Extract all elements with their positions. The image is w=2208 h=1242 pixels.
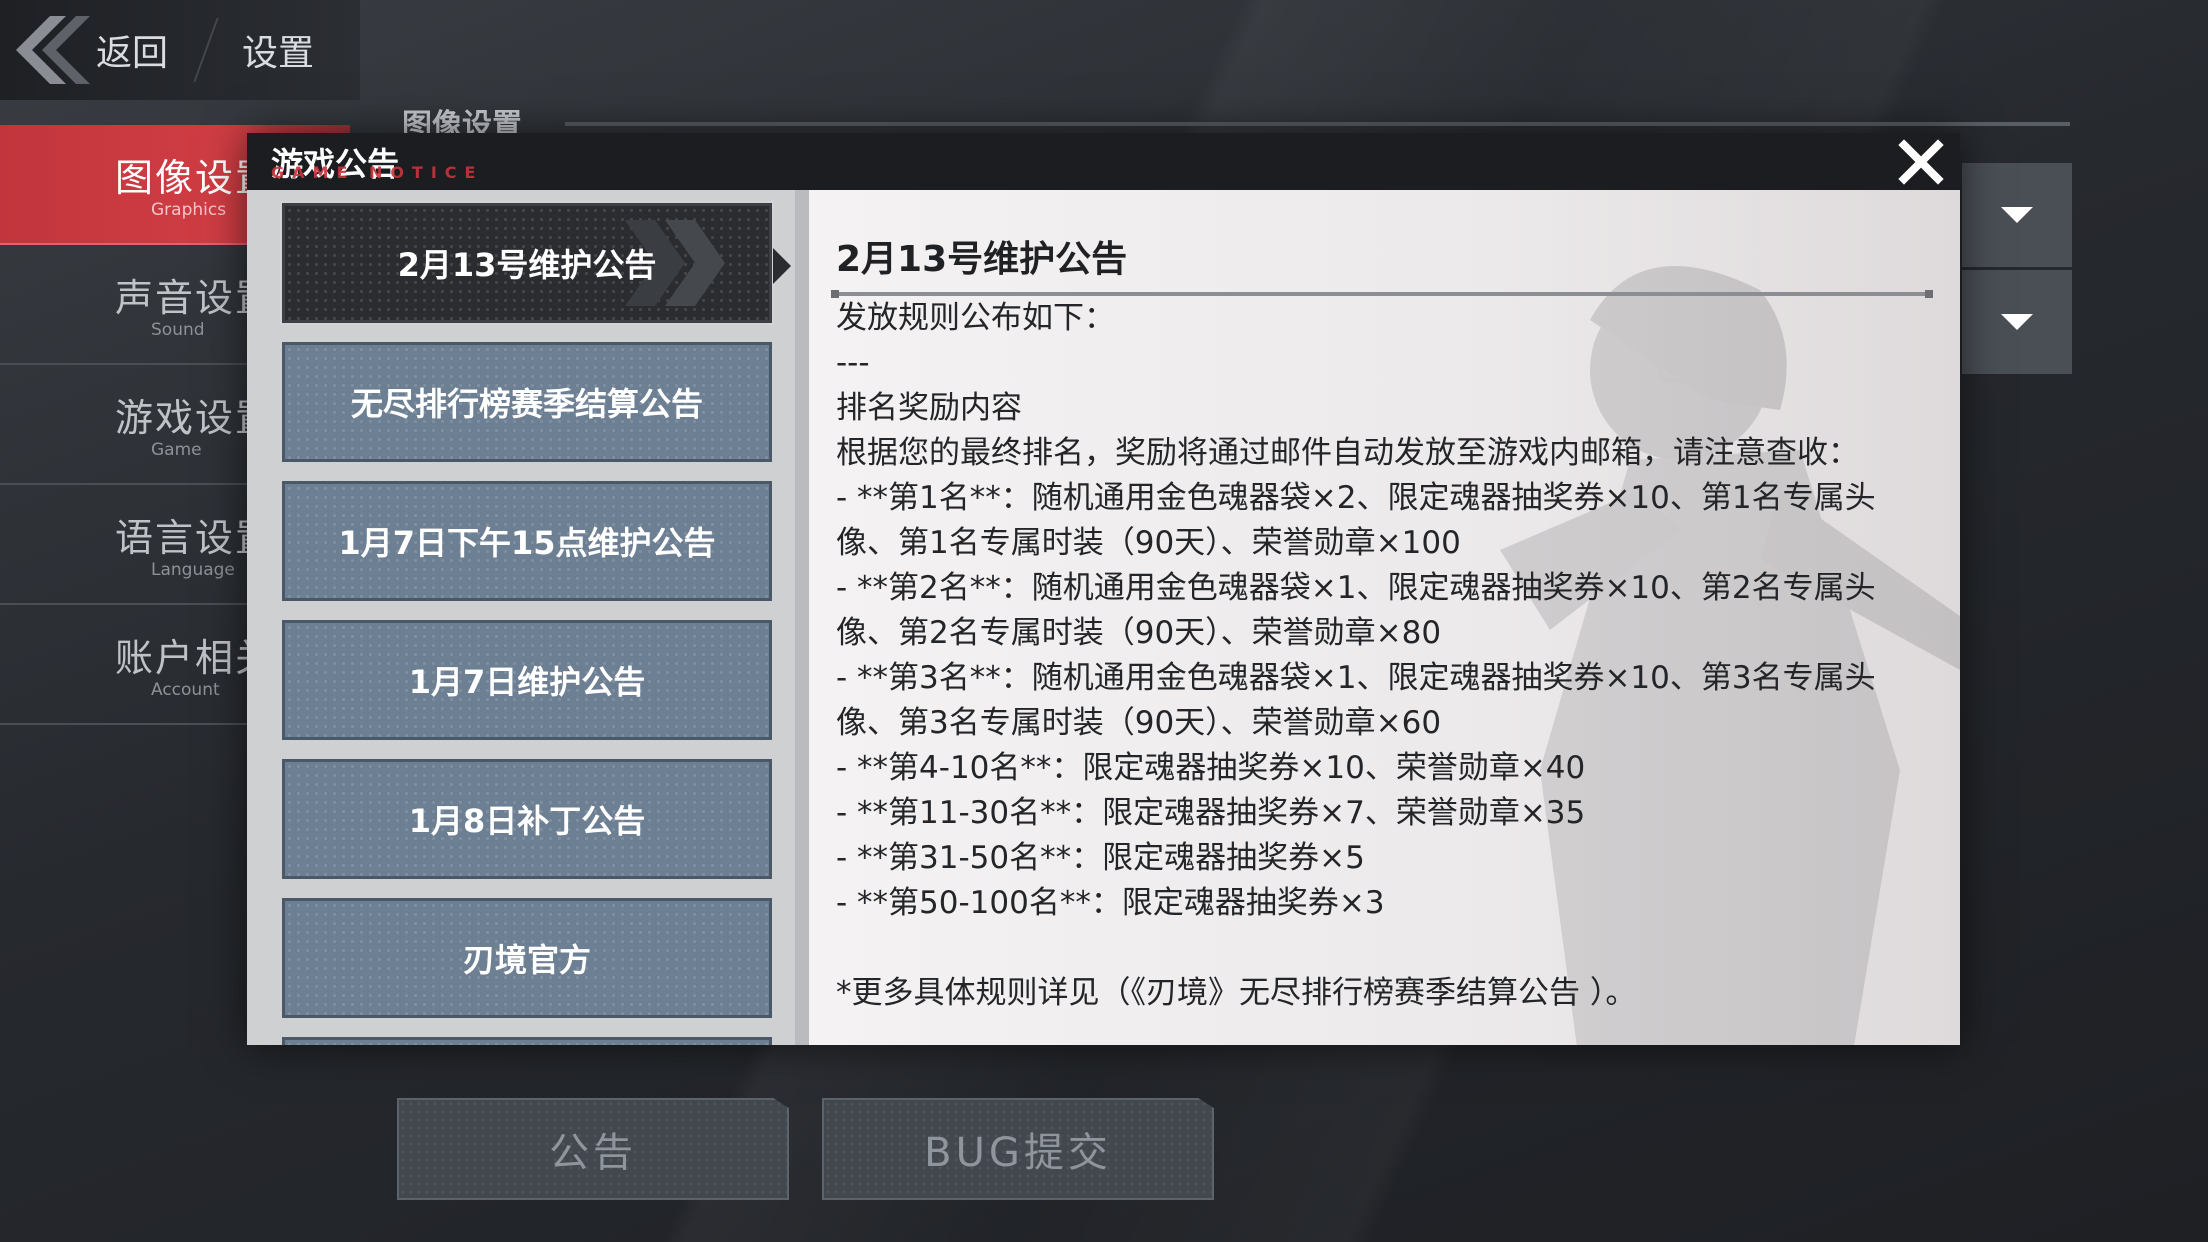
- notice-list[interactable]: 2月13号维护公告 无尽排行榜赛季结算公告 1月7日下午15点维护公告 1月7日…: [247, 190, 809, 1045]
- back-button[interactable]: 返回: [96, 24, 168, 76]
- notice-list-item[interactable]: 刃境官方: [282, 898, 772, 1018]
- notice-line: 像、第3名专属时装（90天）、荣誉勋章×60: [836, 705, 1442, 741]
- notice-line: - **第31-50名**：限定魂器抽奖券×5: [836, 840, 1365, 876]
- list-scrollbar[interactable]: [795, 190, 809, 1045]
- notice-line: 排名奖励内容: [836, 390, 1022, 426]
- notice-line: *更多具体规则详见（《刃境》无尽排行榜赛季结算公告 ）。: [836, 975, 1637, 1011]
- notice-body: 发放规则公布如下： --- 排名奖励内容 根据您的最终排名，奖励将通过邮件自动发…: [836, 296, 1941, 1016]
- notice-line: [836, 926, 1941, 971]
- modal-body: 2月13号维护公告 无尽排行榜赛季结算公告 1月7日下午15点维护公告 1月7日…: [247, 190, 1960, 1045]
- modal-header: 游戏公告 GAME NOTICE: [247, 133, 1960, 188]
- top-navigation-bar: 返回 设置: [0, 0, 360, 100]
- notice-list-item[interactable]: 1月8日补丁公告: [282, 759, 772, 879]
- chevron-down-icon: [2001, 207, 2033, 223]
- notice-line: - **第2名**：随机通用金色魂器袋×1、限定魂器抽奖券×10、第2名专属头: [836, 570, 1876, 606]
- dropdown-button[interactable]: [1962, 163, 2072, 267]
- notice-line: - **第3名**：随机通用金色魂器袋×1、限定魂器抽奖券×10、第3名专属头: [836, 660, 1876, 696]
- modal-subtitle: GAME NOTICE: [271, 163, 484, 182]
- notice-list-item[interactable]: 2月13号维护公告: [282, 203, 791, 323]
- notice-line: ---: [836, 345, 870, 381]
- notice-line: 像、第1名专属时装（90天）、荣誉勋章×100: [836, 525, 1461, 561]
- notice-list-item[interactable]: 1月7日下午15点维护公告: [282, 481, 772, 601]
- notice-content-panel[interactable]: 2月13号维护公告 发放规则公布如下： --- 排名奖励内容 根据您的最终排名，…: [809, 190, 1960, 1045]
- notice-line: - **第1名**：随机通用金色魂器袋×2、限定魂器抽奖券×10、第1名专属头: [836, 480, 1876, 516]
- notice-list-item-label: 1月7日下午15点维护公告: [338, 524, 716, 562]
- bug-submit-button[interactable]: BUG提交: [822, 1098, 1214, 1200]
- chevron-down-icon: [2001, 314, 2033, 330]
- game-notice-modal: 游戏公告 GAME NOTICE 2月13号维护公告 无尽排行榜赛季结算公告 1…: [247, 133, 1960, 1045]
- close-icon[interactable]: [1896, 137, 1946, 187]
- notice-line: - **第50-100名**：限定魂器抽奖券×3: [836, 885, 1385, 921]
- notice-title: 2月13号维护公告: [836, 239, 1128, 280]
- notice-list-item-label: 1月7日维护公告: [408, 663, 646, 701]
- notice-list-item[interactable]: 无尽排行榜赛季结算公告: [282, 342, 772, 462]
- dropdown-button[interactable]: [1962, 270, 2072, 374]
- notice-list-item-label: 1月8日补丁公告: [408, 802, 646, 840]
- page-title: 设置: [242, 33, 315, 74]
- notice-list-item-label: 2月13号维护公告: [397, 246, 657, 284]
- notice-list-item[interactable]: 1月7日维护公告: [282, 620, 772, 740]
- notice-line: 发放规则公布如下：: [836, 300, 1115, 336]
- notice-line: 像、第2名专属时装（90天）、荣誉勋章×80: [836, 615, 1442, 651]
- notice-line: - **第4-10名**：限定魂器抽奖券×10、荣誉勋章×40: [836, 750, 1586, 786]
- notice-line: - **第11-30名**：限定魂器抽奖券×7、荣誉勋章×35: [836, 795, 1586, 831]
- bug-submit-button-label: BUG提交: [924, 1130, 1112, 1176]
- back-chevron-icon[interactable]: [10, 12, 90, 88]
- notice-list-item-label: 无尽排行榜赛季结算公告: [350, 385, 703, 423]
- notice-list-item-label: 刃境官方: [462, 941, 591, 979]
- notice-button[interactable]: 公告: [397, 1098, 789, 1200]
- notice-line: 根据您的最终排名，奖励将通过邮件自动发放至游戏内邮箱，请注意查收：: [836, 435, 1859, 471]
- section-divider: [565, 122, 2070, 126]
- top-bar-divider: [193, 18, 219, 82]
- notice-list-item[interactable]: [282, 1037, 772, 1045]
- notice-button-label: 公告: [549, 1130, 637, 1176]
